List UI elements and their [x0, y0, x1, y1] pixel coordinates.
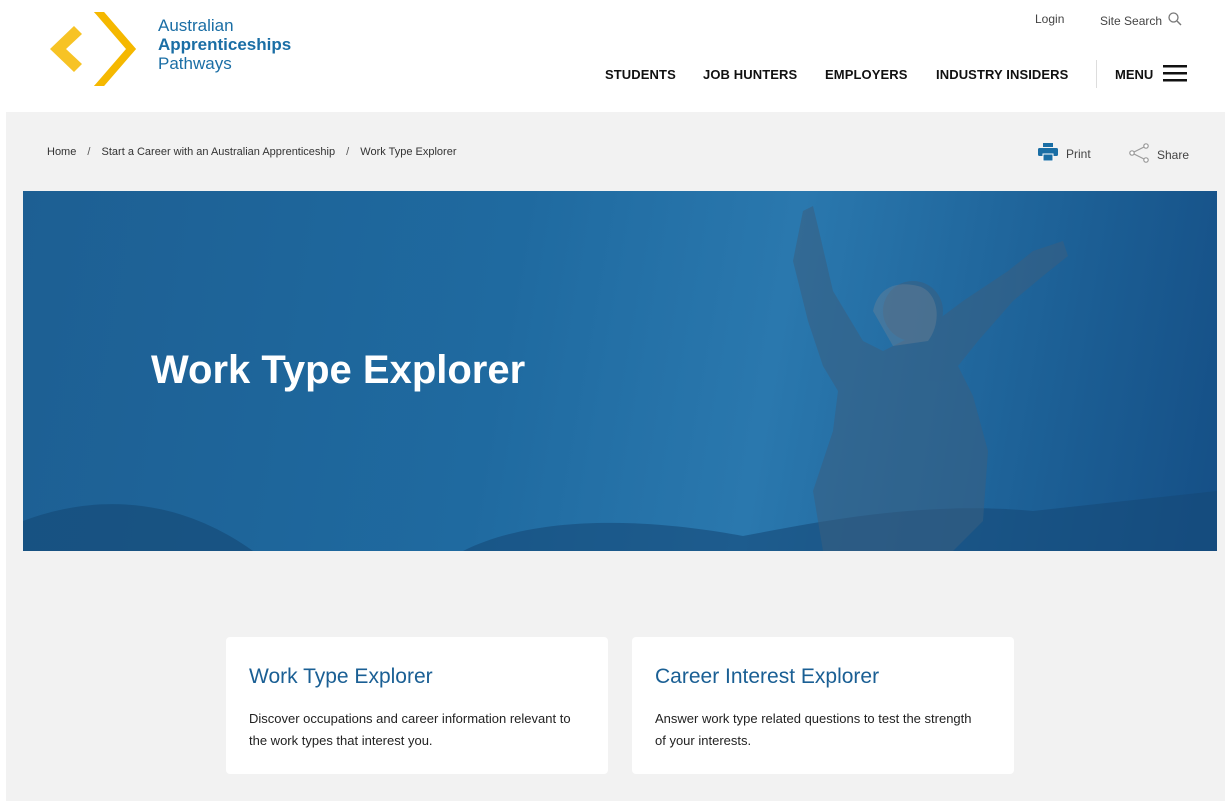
card-title[interactable]: Career Interest Explorer	[655, 665, 879, 689]
breadcrumb: Home / Start a Career with an Australian…	[47, 146, 456, 158]
card-description: Answer work type related questions to te…	[655, 711, 972, 748]
nav-employers[interactable]: EMPLOYERS	[825, 67, 908, 82]
menu-label: MENU	[1115, 67, 1154, 82]
brand-name[interactable]: Australian Apprenticeships Pathways	[158, 16, 291, 73]
share-icon	[1129, 143, 1149, 166]
card-description: Discover occupations and career informat…	[249, 711, 571, 748]
printer-icon	[1038, 143, 1058, 164]
login-link[interactable]: Login	[1035, 12, 1064, 26]
brand-line-2: Apprenticeships	[158, 35, 292, 54]
breadcrumb-start-career[interactable]: Start a Career with an Australian Appren…	[102, 146, 336, 158]
share-button[interactable]: Share	[1129, 143, 1189, 166]
brand-line-1: Australian	[158, 16, 234, 35]
print-label: Print	[1066, 146, 1091, 161]
page-title: Work Type Explorer	[151, 348, 526, 392]
brand-line-3: Pathways	[158, 54, 232, 73]
site-header: Australian Apprenticeships Pathways Logi…	[0, 0, 1225, 112]
card-work-type-explorer[interactable]: Work Type Explorer Discover occupations …	[226, 637, 608, 774]
site-search-label: Site Search	[1100, 13, 1163, 28]
nav-industry-insiders[interactable]: INDUSTRY INSIDERS	[936, 67, 1068, 82]
print-button[interactable]: Print	[1038, 143, 1091, 164]
breadcrumb-separator: /	[346, 146, 350, 158]
breadcrumb-current: Work Type Explorer	[360, 146, 457, 158]
menu-button[interactable]: MENU	[1115, 64, 1188, 85]
card-title[interactable]: Work Type Explorer	[249, 665, 433, 689]
hero-banner: Work Type Explorer	[23, 191, 1217, 551]
nav-students[interactable]: STUDENTS	[605, 67, 676, 82]
nav-job-hunters[interactable]: JOB HUNTERS	[703, 67, 797, 82]
hamburger-icon	[1163, 64, 1188, 85]
card-career-interest-explorer[interactable]: Career Interest Explorer Answer work typ…	[632, 637, 1014, 774]
nav-divider	[1096, 60, 1097, 88]
logo-icon[interactable]	[46, 10, 136, 88]
search-icon	[1168, 12, 1182, 29]
breadcrumb-separator: /	[87, 146, 91, 158]
breadcrumb-home[interactable]: Home	[47, 146, 76, 158]
share-label: Share	[1157, 147, 1190, 162]
site-search-button[interactable]: Site Search	[1100, 12, 1182, 29]
